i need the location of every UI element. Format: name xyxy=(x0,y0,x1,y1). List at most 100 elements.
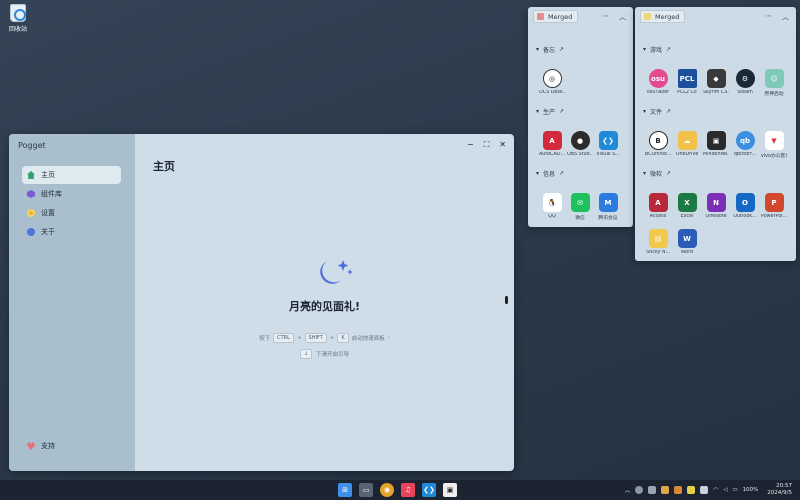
app-tile[interactable]: ▼ vivo办公套件 xyxy=(761,131,787,159)
maximize-button[interactable]: ⛶ xyxy=(484,140,490,150)
sidebar-item-library[interactable]: 组件库 xyxy=(22,185,121,203)
key-shift: SHIFT xyxy=(304,333,327,343)
hint-suffix: 启动快速面板 xyxy=(351,336,385,342)
sidebar: Pogget 主页 组件库 设置 关于 支持 xyxy=(9,134,135,471)
obs-icon: ● xyxy=(570,131,590,150)
section-header[interactable]: ▾ 游戏 ↗ xyxy=(643,45,671,54)
section-header[interactable]: ▾ 备忘 ↗ xyxy=(536,45,564,54)
qbittorrent-icon: qb xyxy=(735,131,755,150)
page-title: 主页 xyxy=(153,160,175,173)
taskbar: ⊞ ▭ ◉ ♫ ❮❯ ▣ ︿ ◠ ◁ ▭ 100% 20:57 2024/9/5 xyxy=(0,480,800,500)
app-tile[interactable]: osu osu!lazer xyxy=(645,69,671,95)
app-tile[interactable]: ▣ MiniBinNe... xyxy=(703,131,729,157)
hint-prefix: 按下 xyxy=(259,336,271,342)
sidebar-item-settings[interactable]: 设置 xyxy=(22,204,121,222)
section-header[interactable]: ▾ 文件 ↗ xyxy=(643,107,671,116)
app-label: Visual S... xyxy=(596,152,620,157)
pogget-taskbar-icon[interactable]: ▣ xyxy=(443,483,457,497)
pcl-icon: PCL xyxy=(677,69,697,88)
app-label: Excel xyxy=(680,214,694,219)
key-ctrl: CTRL xyxy=(273,333,294,343)
app-tile[interactable]: O Outlook... xyxy=(732,193,758,219)
app-tile[interactable]: X Excel xyxy=(674,193,700,219)
panel-tag[interactable]: Merged xyxy=(640,10,686,23)
chevron-right-icon[interactable]: › xyxy=(388,335,390,341)
recycle-bin-shortcut[interactable]: 回收站 xyxy=(6,4,30,33)
app-label: Steam xyxy=(737,90,753,95)
settings-icon xyxy=(27,209,35,217)
start-icon[interactable]: ⊞ xyxy=(338,483,352,497)
music-icon[interactable]: ♫ xyxy=(401,483,415,497)
section-title: 生产 xyxy=(543,109,556,116)
chevron-down-icon: ▾ xyxy=(643,108,647,115)
app-tile[interactable]: ☁ OneDrive xyxy=(674,131,700,157)
tray-app-icon[interactable] xyxy=(700,486,709,494)
external-link-icon: ↗ xyxy=(559,108,565,115)
chevron-down-icon: ▾ xyxy=(536,108,540,115)
app-tile[interactable]: B BCUninst... xyxy=(645,131,671,157)
bcuninstaller-icon: B xyxy=(648,131,668,150)
app-tile[interactable]: N OneNote xyxy=(703,193,729,219)
app-tile[interactable]: M 腾讯会议 xyxy=(595,193,621,221)
app-tile[interactable]: PCL PCL2 CE xyxy=(674,69,700,95)
app-tile[interactable]: ● OBS Stud... xyxy=(567,131,593,157)
app-tile[interactable]: ☺ 原神启动 xyxy=(761,69,787,97)
collapse-icon[interactable]: ︿ xyxy=(782,12,789,22)
key-k: K xyxy=(337,333,349,343)
section-header[interactable]: ▾ 生产 ↗ xyxy=(536,107,564,116)
task-view-icon[interactable]: ▭ xyxy=(359,483,373,497)
home-icon xyxy=(27,171,35,179)
wifi-icon[interactable]: ◠ xyxy=(713,487,718,493)
clock-time: 20:57 xyxy=(776,483,792,489)
minimize-button[interactable]: − xyxy=(467,140,474,150)
plus-sign: + xyxy=(329,335,335,341)
tray-app-icon[interactable] xyxy=(687,486,696,494)
chevron-down-icon: ▾ xyxy=(536,46,540,53)
close-button[interactable]: ✕ xyxy=(499,140,506,150)
app-tile[interactable]: A AutoCAD... xyxy=(539,131,565,157)
tray-app-icon[interactable] xyxy=(674,486,683,494)
tray-app-icon[interactable] xyxy=(661,486,670,494)
scrollbar-thumb[interactable] xyxy=(505,296,508,304)
app-tile[interactable]: ⚙ Steam xyxy=(732,69,758,95)
volume-icon[interactable]: ◁ xyxy=(723,487,727,493)
minibin-icon: ▣ xyxy=(706,131,726,150)
chevron-down-icon: ▾ xyxy=(643,46,647,53)
tray-app-icon[interactable] xyxy=(635,486,644,494)
app-tile[interactable]: ▤ Sticky N... xyxy=(645,229,671,255)
app-tile[interactable]: ✉ 微信 xyxy=(567,193,593,221)
panel-tag[interactable]: Merged xyxy=(533,10,579,23)
app-tile[interactable]: 🐧 QQ xyxy=(539,193,565,219)
section-header[interactable]: ▾ 信息 ↗ xyxy=(536,169,564,178)
tray-app-icon[interactable] xyxy=(648,486,657,494)
app-tile[interactable]: ❮❯ Visual S... xyxy=(595,131,621,157)
app-tile[interactable]: A Access xyxy=(645,193,671,219)
collapse-icon[interactable]: ︿ xyxy=(619,12,626,22)
chrome-icon[interactable]: ◉ xyxy=(380,483,394,497)
app-label: Sticky N... xyxy=(645,250,671,255)
more-icon[interactable]: ⋯ xyxy=(765,12,772,22)
section-header[interactable]: ▾ 微软 ↗ xyxy=(643,169,671,178)
sidebar-item-label: 设置 xyxy=(41,209,55,217)
app-tile[interactable]: qb qBittorr... xyxy=(732,131,758,157)
battery-icon[interactable]: ▭ xyxy=(732,487,737,493)
more-icon[interactable]: ⋯ xyxy=(602,12,609,22)
sidebar-item-about[interactable]: 关于 xyxy=(22,223,121,241)
autocad-icon: A xyxy=(542,131,562,150)
sidebar-item-label: 主页 xyxy=(41,171,55,179)
app-tile[interactable]: W Word xyxy=(674,229,700,255)
sidebar-item-home[interactable]: 主页 xyxy=(22,166,121,184)
about-icon xyxy=(27,228,35,236)
window-title: Pogget xyxy=(18,141,46,150)
app-tile[interactable]: ◆ Skyrim CS... xyxy=(703,69,729,95)
vscode-icon: ❮❯ xyxy=(598,131,618,150)
excel-icon: X xyxy=(677,193,697,212)
app-tile[interactable]: ◎ OCS Desk... xyxy=(539,69,565,95)
moon-stars-icon xyxy=(320,260,353,284)
support-button[interactable]: 支持 xyxy=(27,441,55,451)
vscode-taskbar-icon[interactable]: ❮❯ xyxy=(422,483,436,497)
panel-header: Merged ⋯ ︿ xyxy=(635,7,796,27)
clock[interactable]: 20:57 2024/9/5 xyxy=(767,483,792,497)
app-tile[interactable]: P PowerPoi... xyxy=(761,193,787,219)
tray-overflow-icon[interactable]: ︿ xyxy=(625,486,631,494)
